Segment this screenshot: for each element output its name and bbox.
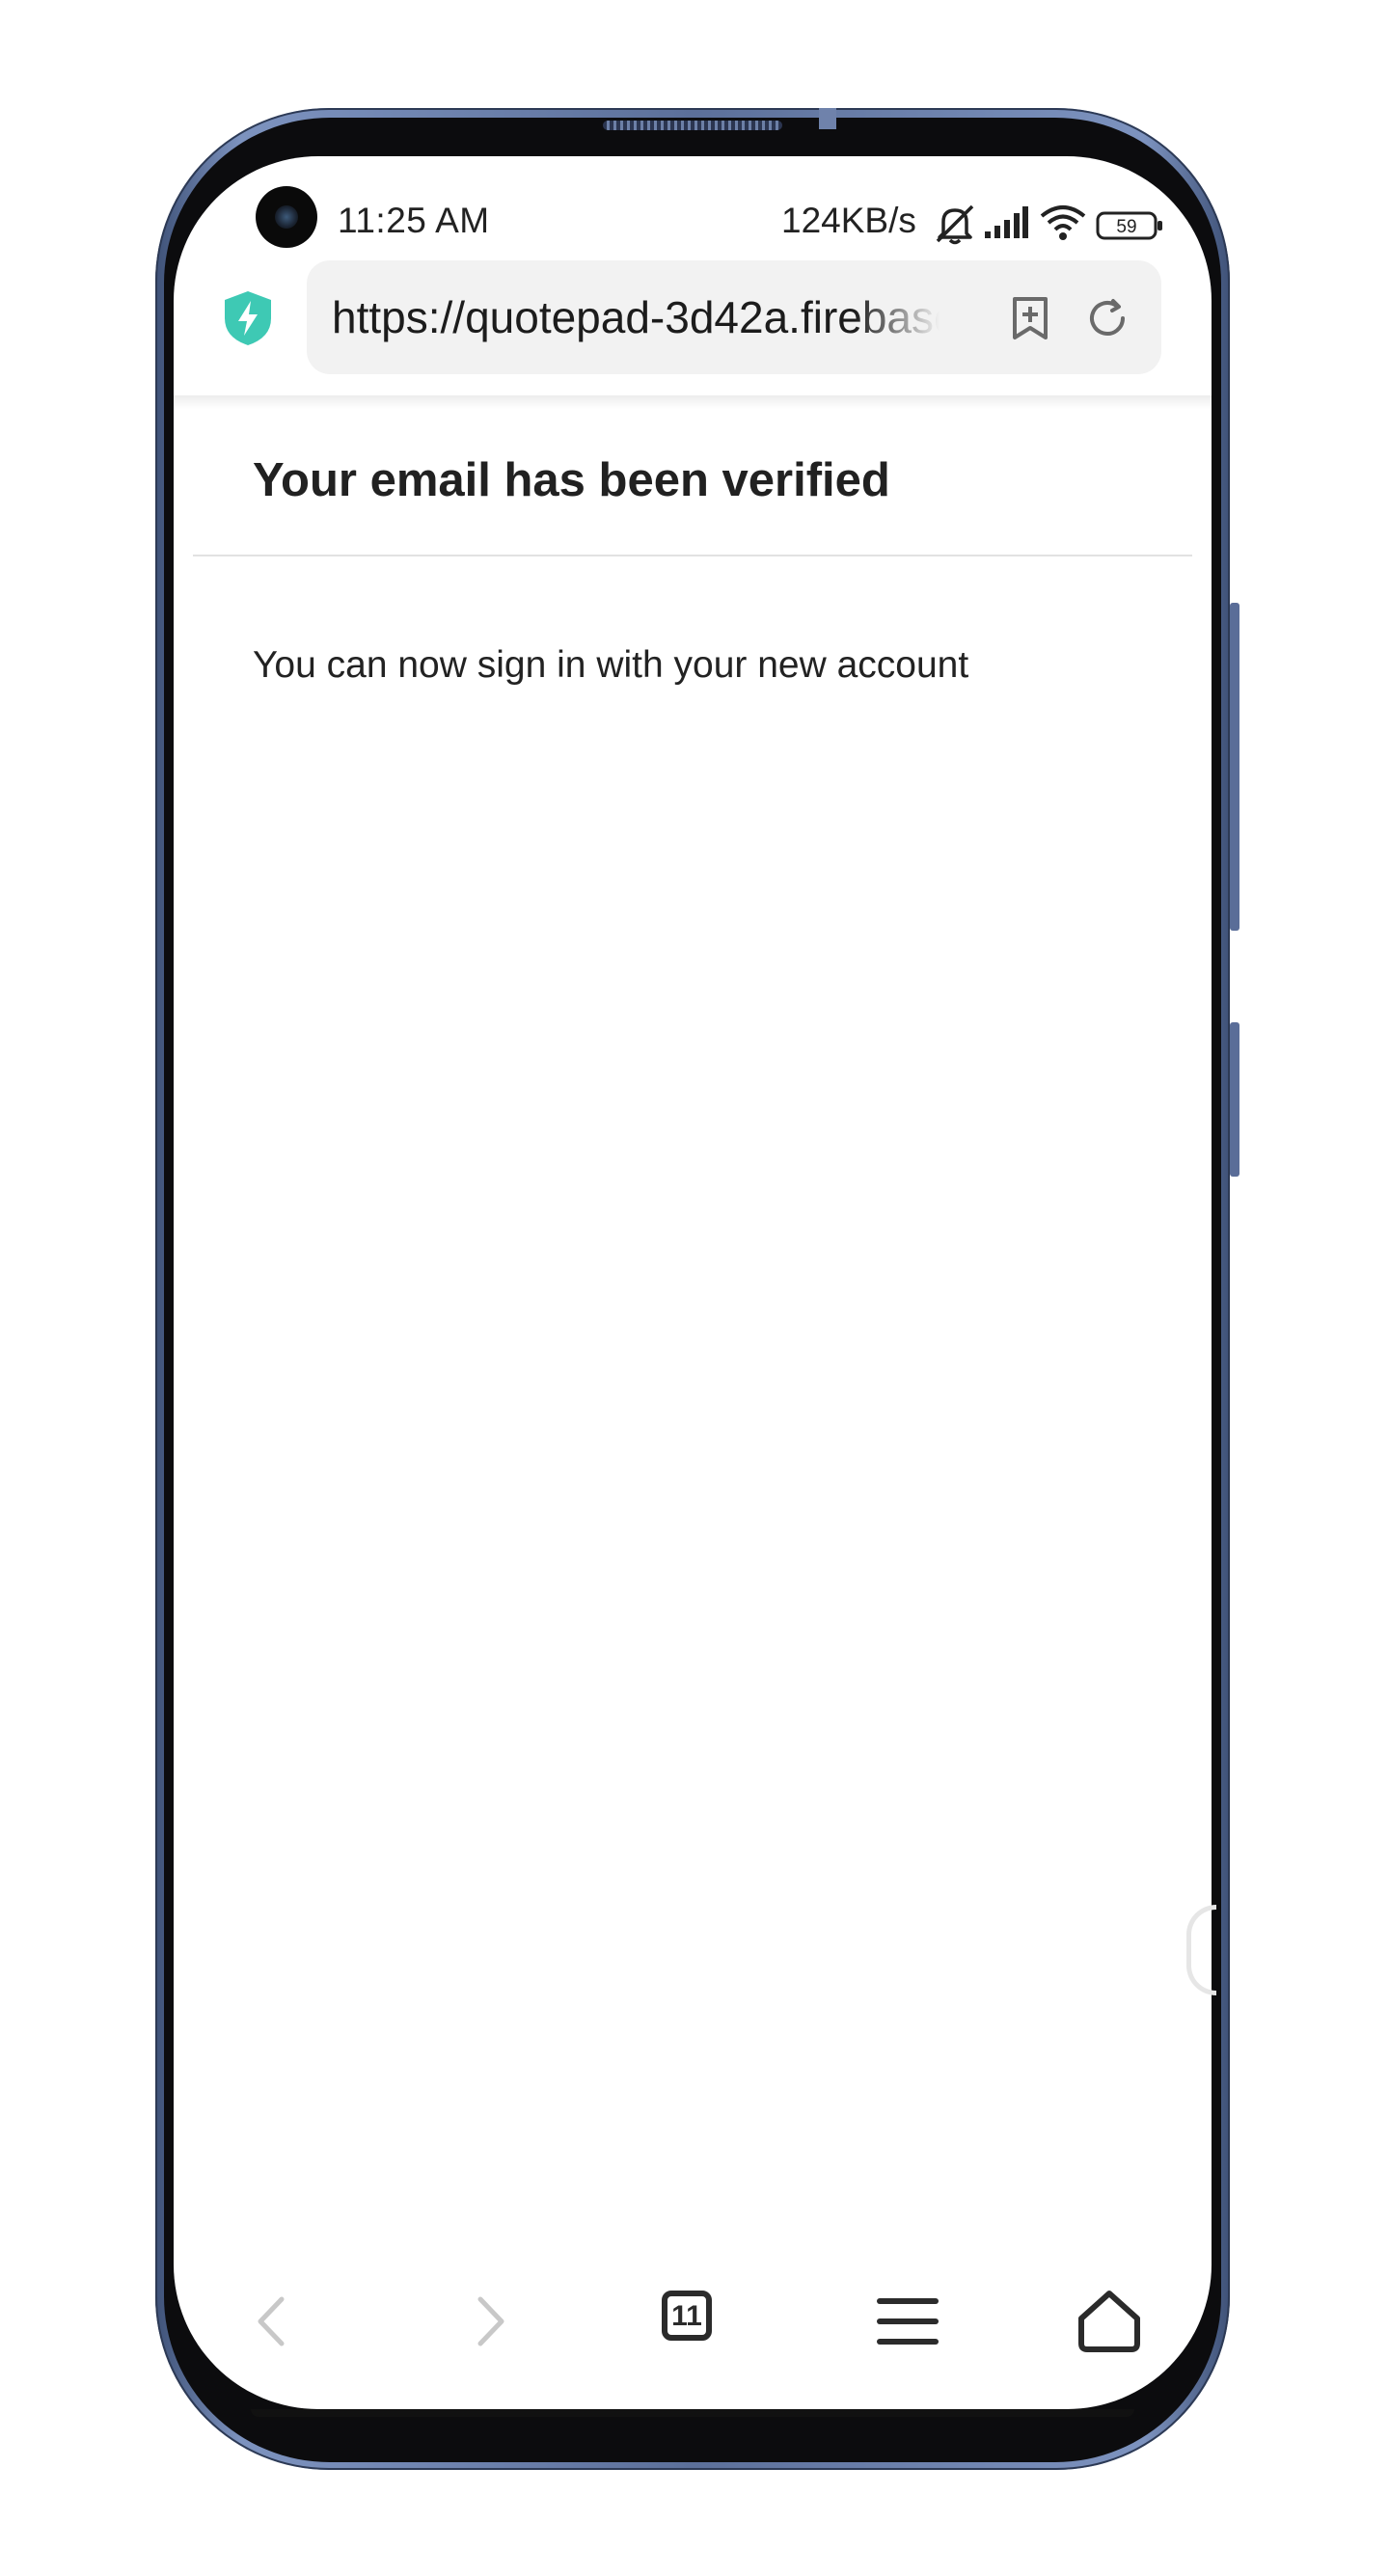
- back-icon[interactable]: [241, 2288, 309, 2355]
- menu-icon[interactable]: [874, 2288, 941, 2355]
- earpiece-speaker: [603, 121, 782, 130]
- volume-button: [1230, 603, 1239, 931]
- address-bar[interactable]: https://quotepad-3d42a.firebaseapp.com: [307, 260, 1161, 374]
- edge-gesture-handle[interactable]: [1186, 1905, 1216, 1995]
- power-button: [1230, 1022, 1239, 1177]
- shield-lightning-icon[interactable]: [222, 289, 274, 347]
- battery-level: 59: [1116, 217, 1136, 237]
- status-time: 11:25 AM: [338, 201, 490, 240]
- home-icon[interactable]: [1076, 2288, 1143, 2355]
- tabs-icon[interactable]: 11: [662, 2291, 712, 2341]
- network-speed: 124KB/s: [781, 201, 916, 240]
- camera-icon: [256, 186, 317, 248]
- bottom-bezel: [251, 2409, 1134, 2417]
- forward-icon[interactable]: [453, 2288, 521, 2355]
- add-bookmark-icon[interactable]: [1007, 295, 1053, 341]
- page-title: Your email has been verified: [253, 454, 890, 506]
- frame-antenna-line: [819, 108, 836, 129]
- title-divider: [193, 555, 1192, 556]
- page-message: You can now sign in with your new accoun…: [253, 644, 969, 686]
- wifi-icon: [1040, 205, 1086, 240]
- url-text[interactable]: https://quotepad-3d42a.firebaseapp.com: [332, 289, 940, 345]
- muted-bell-icon: [936, 204, 974, 245]
- battery-icon: 59: [1096, 211, 1162, 240]
- signal-icon: [985, 206, 1028, 238]
- toolbar-shadow: [174, 395, 1212, 409]
- reload-icon[interactable]: [1084, 295, 1130, 341]
